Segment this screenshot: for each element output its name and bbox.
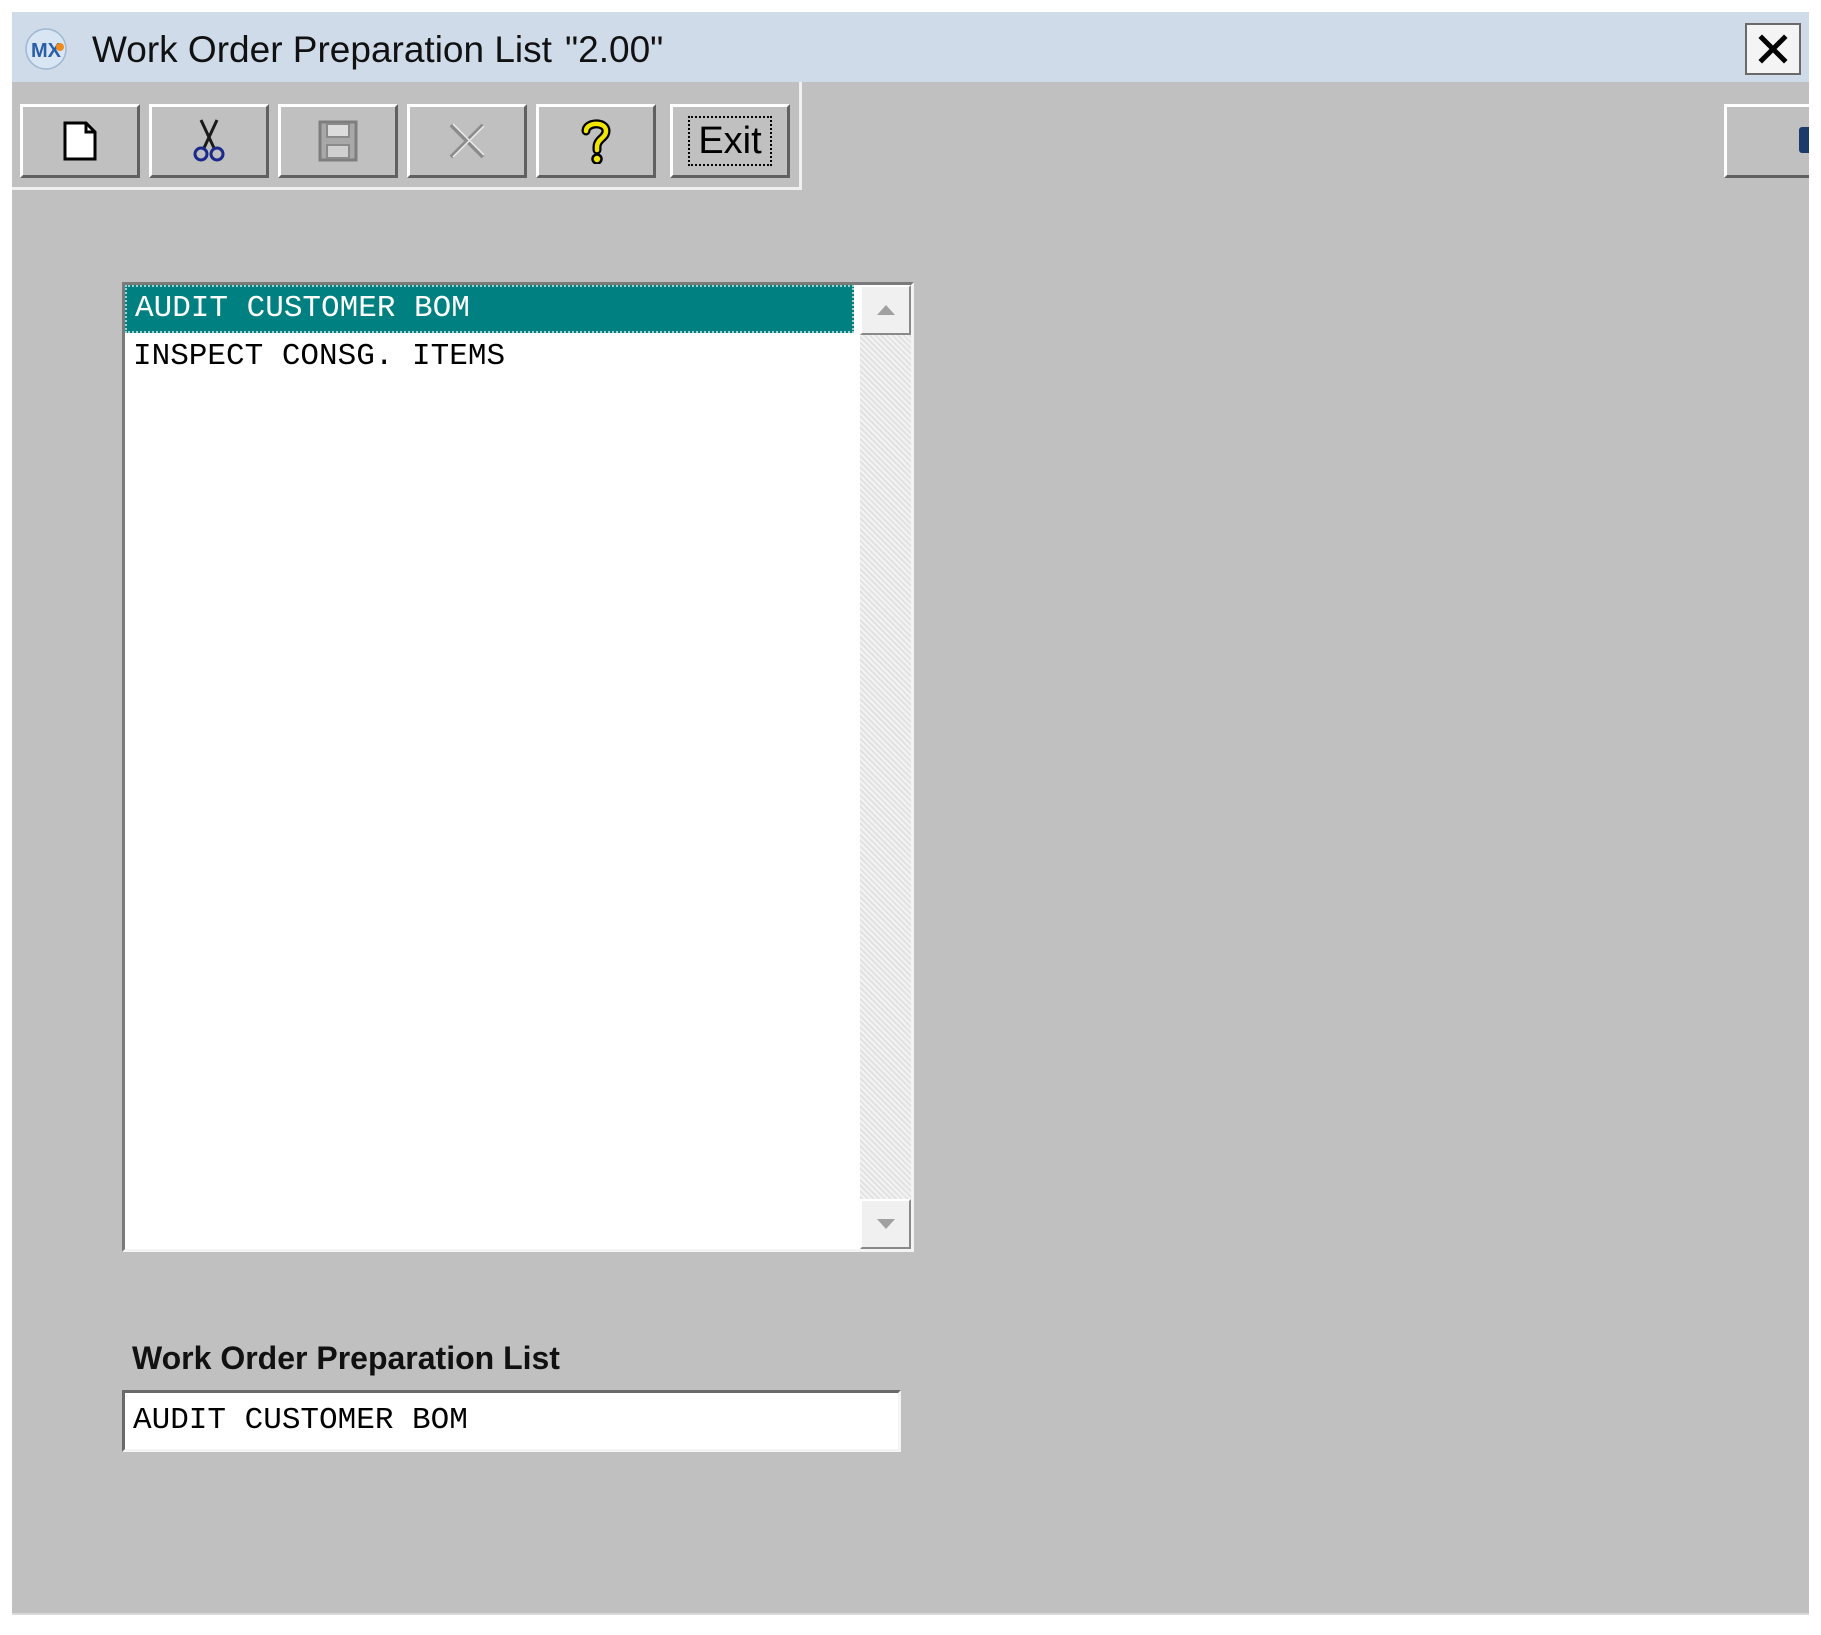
preparation-field-input[interactable]: AUDIT CUSTOMER BOM <box>122 1390 901 1452</box>
partial-icon <box>1799 127 1809 153</box>
app-logo-text: MX <box>31 40 62 62</box>
help-button[interactable] <box>536 104 656 178</box>
app-window: MX Work Order Preparation List "2.00" Ex… <box>12 12 1809 1615</box>
vertical-scrollbar[interactable] <box>860 285 911 1249</box>
new-document-icon <box>63 121 97 161</box>
scroll-up-arrow-icon <box>876 305 895 315</box>
preparation-field-label: Work Order Preparation List <box>132 1340 560 1376</box>
exit-label: Exit <box>688 116 772 166</box>
exit-button[interactable]: Exit <box>670 104 790 178</box>
preparation-listbox[interactable]: AUDIT CUSTOMER BOM INSPECT CONSG. ITEMS <box>122 282 914 1252</box>
save-button[interactable] <box>278 104 398 178</box>
toolbar: Exit <box>12 82 802 190</box>
list-item[interactable]: INSPECT CONSG. ITEMS <box>125 333 854 381</box>
close-button[interactable] <box>1745 23 1801 75</box>
delete-button[interactable] <box>407 104 527 178</box>
title-bar: MX Work Order Preparation List "2.00" <box>12 12 1809 82</box>
save-disk-icon <box>318 120 358 162</box>
app-logo-icon: MX <box>25 28 67 70</box>
list-item[interactable]: AUDIT CUSTOMER BOM <box>125 285 854 333</box>
window-title: Work Order Preparation List <box>92 29 552 70</box>
help-question-icon <box>581 119 611 164</box>
close-icon <box>1758 34 1788 64</box>
scissors-icon <box>193 119 225 162</box>
cut-button[interactable] <box>149 104 269 178</box>
scroll-down-button[interactable] <box>860 1199 911 1249</box>
toolbar-right-button[interactable] <box>1724 104 1809 178</box>
new-button[interactable] <box>20 104 140 178</box>
delete-x-icon <box>449 123 485 159</box>
scroll-down-arrow-icon <box>876 1219 895 1229</box>
list-items: AUDIT CUSTOMER BOM INSPECT CONSG. ITEMS <box>125 285 854 381</box>
scroll-up-button[interactable] <box>860 285 911 335</box>
window-version: "2.00" <box>565 29 664 70</box>
